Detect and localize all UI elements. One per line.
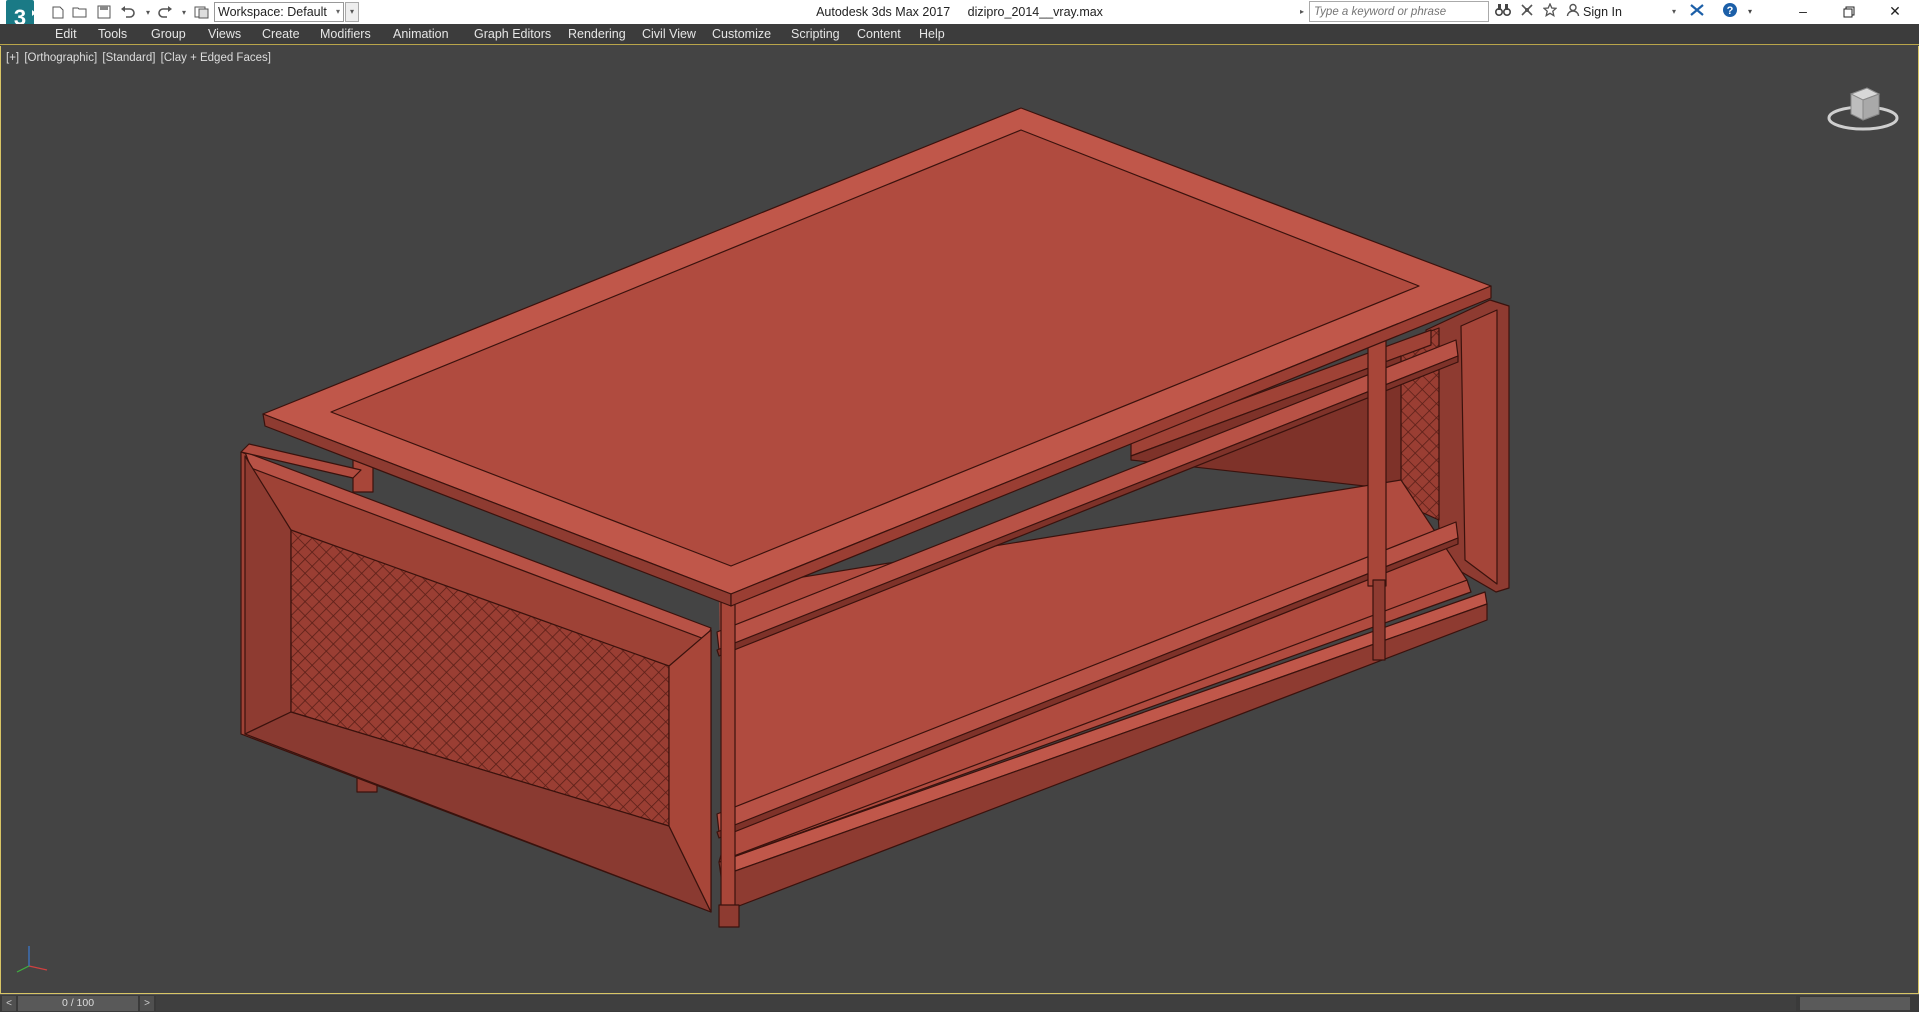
next-frame-button[interactable]: > [140,996,154,1011]
previous-frame-button[interactable]: < [2,996,16,1011]
viewport-view-label[interactable]: [Orthographic] [24,52,97,64]
menu-bar: Edit Tools Group Views Create Modifiers … [0,24,1919,45]
menu-edit[interactable]: Edit [55,24,77,44]
help-icon[interactable]: ? [1720,2,1740,22]
perspective-viewport[interactable]: [+] [Orthographic] [Standard] [Clay + Ed… [0,46,1919,994]
menu-group[interactable]: Group [151,24,186,44]
svg-text:?: ? [1727,5,1734,17]
quick-access-customize-button[interactable]: ▾ [345,2,359,22]
communication-icon[interactable] [1517,2,1537,22]
app-name: Autodesk 3ds Max 2017 [816,5,951,19]
new-file-icon[interactable] [48,2,68,22]
project-icon[interactable] [192,2,212,22]
search-expand-icon[interactable]: ▸ [1296,2,1308,22]
undo-icon[interactable] [118,2,138,22]
viewcube-icon[interactable] [1827,80,1899,136]
menu-content[interactable]: Content [857,24,901,44]
redo-icon[interactable] [155,2,175,22]
sign-in-button[interactable]: Sign In [1583,2,1622,22]
menu-help[interactable]: Help [919,24,945,44]
viewport-style-label[interactable]: [Clay + Edged Faces] [161,52,271,64]
favorites-icon[interactable] [1540,2,1560,22]
menu-animation[interactable]: Animation [393,24,449,44]
trackbar-scroll-handle[interactable] [1800,997,1910,1010]
viewport-shading-label[interactable]: [Standard] [102,52,155,64]
menu-customize[interactable]: Customize [712,24,771,44]
viewport-label[interactable]: [+] [Orthographic] [Standard] [Clay + Ed… [6,52,273,64]
menu-civil-view[interactable]: Civil View [642,24,696,44]
binoculars-icon[interactable] [1493,2,1513,22]
axis-tripod-icon [11,938,51,978]
time-slider-handle[interactable]: 0 / 100 [18,996,138,1011]
help-dropdown-icon[interactable]: ▾ [1740,2,1760,22]
coffee-table-model [240,107,1510,928]
time-slider-track[interactable] [156,996,1796,1011]
user-icon[interactable] [1563,2,1583,22]
menu-scripting[interactable]: Scripting [791,24,840,44]
menu-create[interactable]: Create [262,24,300,44]
menu-tools[interactable]: Tools [98,24,127,44]
title-bar: 3 ▾ ▾ Workspace: Default ▾ ▾ Autodesk 3d… [0,0,1919,36]
menu-rendering[interactable]: Rendering [568,24,626,44]
menu-modifiers[interactable]: Modifiers [320,24,371,44]
open-file-icon[interactable] [70,2,90,22]
minimize-icon[interactable]: – [1780,0,1826,24]
file-name: dizipro_2014__vray.max [967,5,1103,19]
menu-views[interactable]: Views [208,24,241,44]
chevron-down-icon: ▾ [335,7,340,16]
chevron-down-icon[interactable]: ▾ [1672,2,1676,22]
app-window: 3 ▾ ▾ Workspace: Default ▾ ▾ Autodesk 3d… [0,0,1919,1012]
menu-graph-editors[interactable]: Graph Editors [474,24,551,44]
time-slider: < 0 / 100 > [0,994,1919,1012]
close-icon[interactable]: ✕ [1872,0,1918,24]
workspace-value: Workspace: Default [218,5,327,19]
redo-dropdown-icon[interactable]: ▾ [174,2,194,22]
exchange-icon[interactable] [1687,2,1707,22]
save-icon[interactable] [94,2,114,22]
workspace-dropdown[interactable]: Workspace: Default ▾ [214,2,344,22]
viewport-menu-label[interactable]: [+] [6,52,19,64]
restore-icon[interactable] [1826,0,1872,24]
search-input[interactable] [1309,1,1489,22]
